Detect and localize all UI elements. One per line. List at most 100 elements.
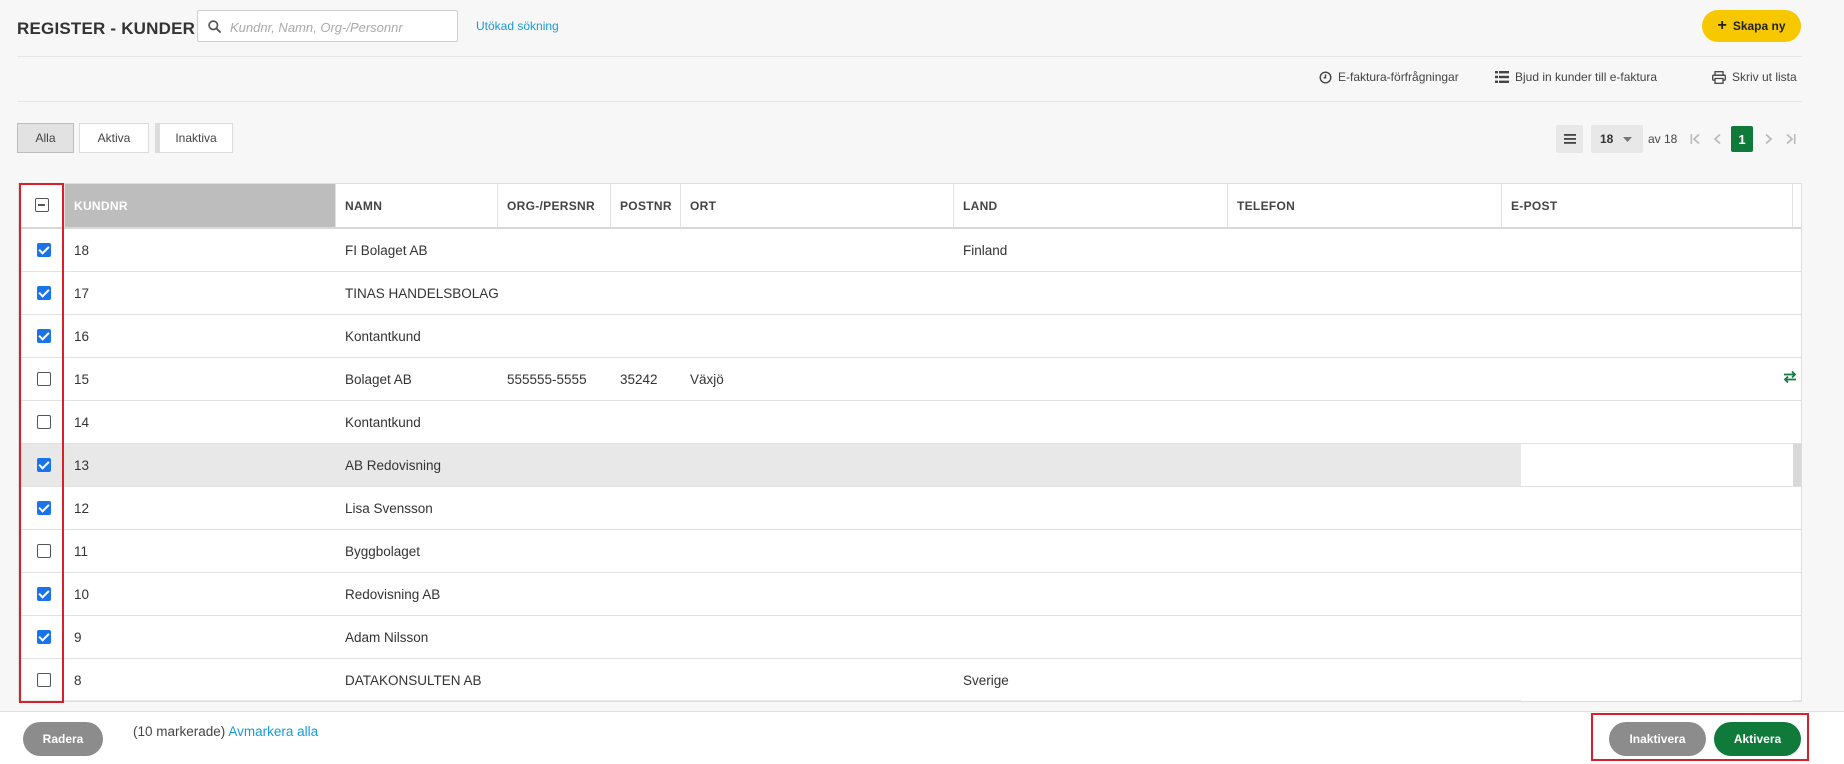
name-cell: Redovisning AB — [345, 586, 441, 602]
kundnr-cell: 16 — [74, 328, 90, 344]
first-page-button[interactable] — [1688, 130, 1702, 148]
table-row-partial — [19, 700, 1801, 701]
table-row[interactable]: 11 Byggbolaget — [19, 530, 1801, 573]
col-epost[interactable]: E-POST — [1502, 184, 1793, 227]
row-checkbox[interactable] — [37, 501, 51, 515]
page-size-select[interactable]: 18 — [1591, 125, 1643, 153]
table-row[interactable]: 14 Kontantkund — [19, 401, 1801, 444]
phone-cell — [1228, 401, 1237, 443]
city-cell — [681, 487, 690, 529]
row-checkbox[interactable] — [37, 415, 51, 429]
col-kundnr[interactable]: KUNDNR — [65, 184, 336, 227]
row-checkbox[interactable] — [37, 544, 51, 558]
last-page-button[interactable] — [1784, 130, 1798, 148]
name-cell: TINAS HANDELSBOLAG — [345, 285, 499, 301]
list-icon — [1495, 71, 1509, 83]
city-cell: Växjö — [690, 371, 724, 387]
postnr-cell — [611, 401, 620, 443]
deselect-all-link[interactable]: Avmarkera alla — [228, 724, 318, 739]
kundnr-cell: 17 — [74, 285, 90, 301]
col-telefon[interactable]: TELEFON — [1228, 184, 1502, 227]
selected-count: (10 markerade) — [133, 724, 226, 739]
activate-button[interactable]: Aktivera — [1714, 722, 1801, 756]
table-header: KUNDNR NAMN ORG-/PERSNR POSTNR ORT LAND … — [19, 184, 1801, 229]
phone-cell — [1228, 659, 1237, 701]
name-cell: DATAKONSULTEN AB — [345, 672, 482, 688]
orgnr-cell — [498, 530, 507, 572]
country-cell — [954, 444, 963, 486]
next-page-button[interactable] — [1762, 130, 1776, 148]
prev-page-button[interactable] — [1710, 130, 1724, 148]
country-cell — [954, 573, 963, 615]
table-row[interactable]: 17 TINAS HANDELSBOLAG — [19, 272, 1801, 315]
kundnr-cell: 9 — [74, 629, 82, 645]
divider — [17, 101, 1802, 102]
filter-active[interactable]: Aktiva — [79, 123, 149, 153]
city-cell — [681, 573, 690, 615]
col-ort[interactable]: ORT — [681, 184, 954, 227]
filter-all[interactable]: Alla — [17, 123, 74, 153]
name-cell: Kontantkund — [345, 414, 421, 430]
col-postnr[interactable]: POSTNR — [611, 184, 681, 227]
postnr-cell — [611, 272, 620, 314]
col-org[interactable]: ORG-/PERSNR — [498, 184, 611, 227]
city-cell — [681, 530, 690, 572]
row-checkbox[interactable] — [37, 587, 51, 601]
select-all-checkbox[interactable] — [35, 198, 49, 212]
email-cell — [1502, 659, 1511, 701]
email-cell — [1502, 315, 1511, 357]
delete-button[interactable]: Radera — [23, 722, 103, 756]
name-cell: Byggbolaget — [345, 543, 421, 559]
filter-inactive[interactable]: Inaktiva — [155, 123, 233, 153]
phone-cell — [1228, 358, 1237, 400]
divider — [17, 56, 1802, 57]
orgnr-cell — [498, 444, 507, 486]
table-row[interactable]: 12 Lisa Svensson — [19, 487, 1801, 530]
email-cell — [1502, 358, 1511, 400]
table-row[interactable]: 9 Adam Nilsson — [19, 616, 1801, 659]
city-cell — [681, 229, 690, 271]
table-row[interactable]: 13 AB Redovisning — [19, 444, 1801, 487]
row-checkbox[interactable] — [37, 673, 51, 687]
search-input[interactable] — [228, 11, 456, 43]
table-row[interactable]: 16 Kontantkund — [19, 315, 1801, 358]
einvoice-requests-label: E-faktura-förfrågningar — [1338, 70, 1459, 84]
advanced-search-link[interactable]: Utökad sökning — [476, 19, 559, 33]
postnr-cell — [611, 229, 620, 271]
row-checkbox[interactable] — [37, 329, 51, 343]
orgnr-cell — [498, 573, 507, 615]
table-row[interactable]: 10 Redovisning AB — [19, 573, 1801, 616]
name-cell: AB Redovisning — [345, 457, 442, 473]
deactivate-button[interactable]: Inaktivera — [1609, 722, 1706, 756]
table-row[interactable]: 8 DATAKONSULTEN AB Sverige — [19, 659, 1801, 701]
table-row[interactable]: 18 FI Bolaget AB Finland — [19, 229, 1801, 272]
email-cell — [1502, 229, 1511, 271]
row-checkbox[interactable] — [37, 458, 51, 472]
row-checkbox[interactable] — [37, 243, 51, 257]
phone-cell — [1228, 616, 1237, 658]
row-checkbox[interactable] — [37, 372, 51, 386]
einvoice-requests-link[interactable]: E-faktura-förfrågningar — [1319, 70, 1459, 84]
page-count: av 18 — [1648, 132, 1678, 146]
postnr-cell: 35242 — [620, 371, 658, 387]
row-checkbox[interactable] — [37, 286, 51, 300]
city-cell — [681, 315, 690, 357]
row-checkbox[interactable] — [37, 630, 51, 644]
col-namn[interactable]: NAMN — [336, 184, 498, 227]
transfer-icon[interactable] — [1783, 370, 1797, 389]
col-land[interactable]: LAND — [954, 184, 1228, 227]
phone-cell — [1228, 315, 1237, 357]
search-box[interactable] — [197, 10, 458, 43]
current-page[interactable]: 1 — [1731, 126, 1753, 152]
name-cell: FI Bolaget AB — [345, 242, 428, 258]
kundnr-cell: 14 — [74, 414, 90, 430]
kundnr-cell: 18 — [74, 242, 90, 258]
orgnr-cell — [498, 616, 507, 658]
create-new-button[interactable]: + Skapa ny — [1702, 10, 1801, 42]
page-title: REGISTER - KUNDER — [17, 19, 196, 38]
invite-einvoice-link[interactable]: Bjud in kunder till e-faktura — [1495, 70, 1657, 84]
view-options-button[interactable] — [1556, 125, 1583, 153]
city-cell — [681, 616, 690, 658]
table-row[interactable]: 15 Bolaget AB 555555-5555 35242 Växjö — [19, 358, 1801, 401]
print-list-link[interactable]: Skriv ut lista — [1712, 70, 1797, 84]
